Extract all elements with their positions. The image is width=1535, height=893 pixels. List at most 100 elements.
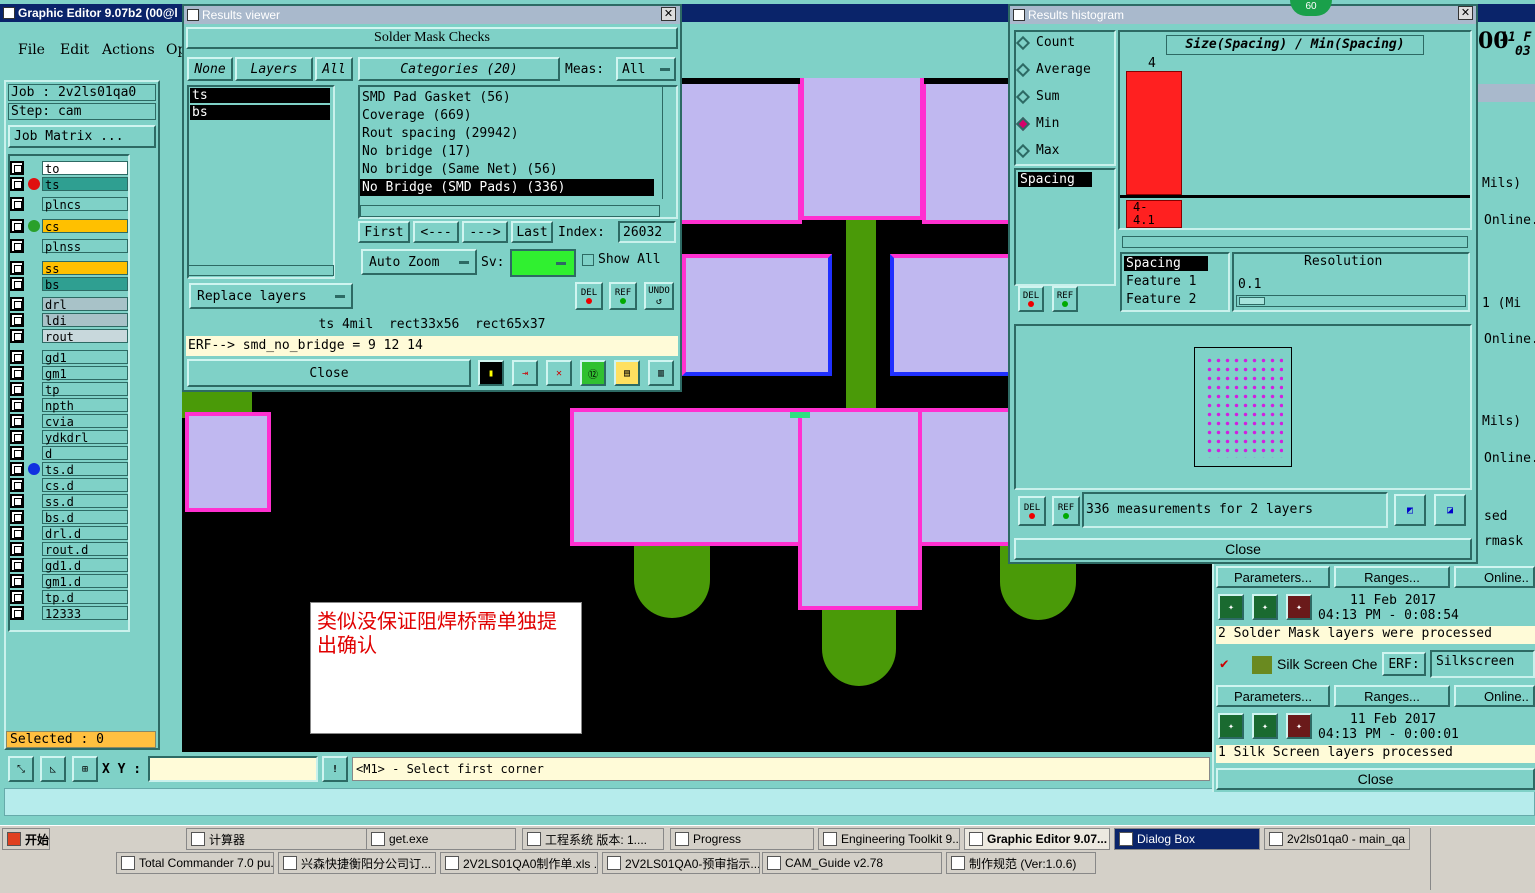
- layer-row[interactable]: drl: [10, 296, 128, 312]
- rv-category-vscroll[interactable]: [662, 87, 676, 199]
- layer-checkbox[interactable]: [10, 573, 24, 588]
- export-icon[interactable]: ⇥: [512, 360, 538, 386]
- run-icon-4[interactable]: ✦: [1218, 713, 1244, 739]
- category-item[interactable]: Coverage (669): [360, 107, 654, 124]
- layer-checkbox[interactable]: [10, 276, 24, 291]
- layer-checkbox[interactable]: [10, 196, 24, 211]
- menu-actions[interactable]: Actions: [102, 42, 155, 58]
- grid-icon[interactable]: ⊞: [72, 756, 98, 782]
- results-viewer-close-icon[interactable]: ✕: [661, 7, 676, 21]
- taskbar-item[interactable]: 2V2LS01QA0制作单.xls ...: [440, 852, 598, 874]
- taskbar-item[interactable]: Engineering Toolkit 9....: [818, 828, 960, 850]
- histogram-hscroll[interactable]: [1122, 236, 1468, 248]
- compare-icon[interactable]: ⑫: [580, 360, 606, 386]
- rv-layer-item-ts[interactable]: ts: [190, 88, 330, 103]
- radio-diamond-icon[interactable]: [1015, 89, 1031, 104]
- stat-option-count[interactable]: Count: [1015, 35, 1075, 50]
- layer-checkbox[interactable]: [10, 541, 24, 556]
- online-label-3[interactable]: Online..: [1484, 451, 1535, 466]
- taskbar-item[interactable]: 工程系统 版本: 1....: [522, 828, 664, 850]
- layer-row[interactable]: cvia: [10, 413, 128, 429]
- resolution-slider-thumb[interactable]: [1239, 297, 1265, 305]
- spacing-list-item[interactable]: Spacing: [1018, 172, 1092, 187]
- layer-row[interactable]: plncs: [10, 196, 128, 212]
- prev-button[interactable]: <---: [413, 221, 459, 243]
- layer-checkbox[interactable]: [10, 349, 24, 364]
- layer-row[interactable]: ydkdrl: [10, 429, 128, 445]
- replace-layers-select[interactable]: Replace layers: [189, 283, 353, 309]
- hist-del-button[interactable]: DEL: [1018, 286, 1044, 312]
- category-item[interactable]: No bridge (Same Net) (56): [360, 161, 654, 178]
- layer-checkbox[interactable]: [10, 589, 24, 604]
- layer-row[interactable]: cs: [10, 218, 128, 234]
- del-button[interactable]: DEL: [575, 282, 603, 310]
- category-item[interactable]: SMD Pad Gasket (56): [360, 89, 654, 106]
- next-button[interactable]: --->: [462, 221, 508, 243]
- radio-diamond-icon[interactable]: [1015, 35, 1031, 50]
- run-icon-3[interactable]: ✦: [1286, 594, 1312, 620]
- layer-row[interactable]: tp.d: [10, 589, 128, 605]
- layers-button[interactable]: Layers: [235, 57, 313, 81]
- hist-ref-button-2[interactable]: REF: [1052, 496, 1080, 526]
- auto-zoom-select[interactable]: Auto Zoom: [361, 249, 477, 275]
- radio-diamond-icon[interactable]: [1015, 116, 1031, 131]
- undo-button[interactable]: UNDO ↺: [644, 282, 674, 310]
- rv-layer-item-bs[interactable]: bs: [190, 105, 330, 120]
- layer-checkbox[interactable]: [10, 397, 24, 412]
- export-right-icon[interactable]: ◪: [1434, 494, 1466, 526]
- taskbar-item[interactable]: CAM_Guide v2.78: [762, 852, 942, 874]
- layer-checkbox[interactable]: [10, 296, 24, 311]
- hist-del-button-2[interactable]: DEL: [1018, 496, 1046, 526]
- meas-select[interactable]: All: [616, 57, 676, 81]
- light-icon[interactable]: ▮: [478, 360, 504, 386]
- layer-checkbox[interactable]: [10, 445, 24, 460]
- menu-file[interactable]: File: [18, 42, 45, 58]
- clear-icon[interactable]: ✕: [546, 360, 572, 386]
- export-down-icon[interactable]: ◩: [1394, 494, 1426, 526]
- taskbar-item[interactable]: get.exe: [366, 828, 516, 850]
- parameters-button-2[interactable]: Parameters...: [1216, 685, 1330, 707]
- layer-checkbox[interactable]: [10, 312, 24, 327]
- resolution-slider[interactable]: [1236, 295, 1466, 307]
- histogram-bar[interactable]: [1126, 71, 1182, 195]
- category-item[interactable]: Rout spacing (29942): [360, 125, 654, 142]
- categories-button[interactable]: Categories (20): [358, 57, 560, 81]
- stat-option-average[interactable]: Average: [1015, 62, 1091, 77]
- erf-button[interactable]: ERF:: [1382, 652, 1426, 676]
- taskbar-item[interactable]: 2v2ls01qa0 - main_qa: [1264, 828, 1410, 850]
- layer-row[interactable]: ss: [10, 260, 128, 276]
- layer-row[interactable]: gm1: [10, 365, 128, 381]
- online-button-1[interactable]: Online..: [1454, 566, 1535, 588]
- stat-option-max[interactable]: Max: [1015, 143, 1059, 158]
- online-button-2[interactable]: Online..: [1454, 685, 1535, 707]
- taskbar-item[interactable]: Dialog Box: [1114, 828, 1260, 850]
- sel-item-feature1[interactable]: Feature 1: [1124, 274, 1214, 289]
- xy-input[interactable]: [148, 756, 318, 782]
- layer-checkbox[interactable]: [10, 477, 24, 492]
- layer-row[interactable]: to: [10, 160, 128, 176]
- layer-checkbox[interactable]: [10, 260, 24, 275]
- run-icon-5[interactable]: ✦: [1252, 713, 1278, 739]
- layer-checkbox[interactable]: [10, 509, 24, 524]
- run-icon-6[interactable]: ✦: [1286, 713, 1312, 739]
- layer-checkbox[interactable]: [10, 413, 24, 428]
- histogram-close-button[interactable]: Close: [1014, 538, 1472, 560]
- run-icon-2[interactable]: ✦: [1252, 594, 1278, 620]
- taskbar-item[interactable]: 2V2LS01QA0-预审指示....: [602, 852, 760, 874]
- erf-input[interactable]: Silkscreen: [1430, 650, 1535, 678]
- layer-row[interactable]: rout.d: [10, 541, 128, 557]
- layer-checkbox[interactable]: [10, 328, 24, 343]
- rv-category-hscroll[interactable]: [360, 205, 660, 217]
- info-icon[interactable]: !: [322, 756, 348, 782]
- layer-row[interactable]: ts: [10, 176, 128, 192]
- category-item[interactable]: No Bridge (SMD Pads) (336): [360, 179, 654, 196]
- taskbar-item[interactable]: Total Commander 7.0 pu...: [116, 852, 274, 874]
- sel-item-spacing[interactable]: Spacing: [1124, 256, 1208, 271]
- layer-row[interactable]: cs.d: [10, 477, 128, 493]
- chart-icon[interactable]: ▥: [648, 360, 674, 386]
- none-button[interactable]: None: [187, 57, 233, 81]
- ranges-button-2[interactable]: Ranges...: [1334, 685, 1450, 707]
- layer-checkbox[interactable]: [10, 493, 24, 508]
- sel-item-feature2[interactable]: Feature 2: [1124, 292, 1214, 307]
- layer-checkbox[interactable]: [10, 525, 24, 540]
